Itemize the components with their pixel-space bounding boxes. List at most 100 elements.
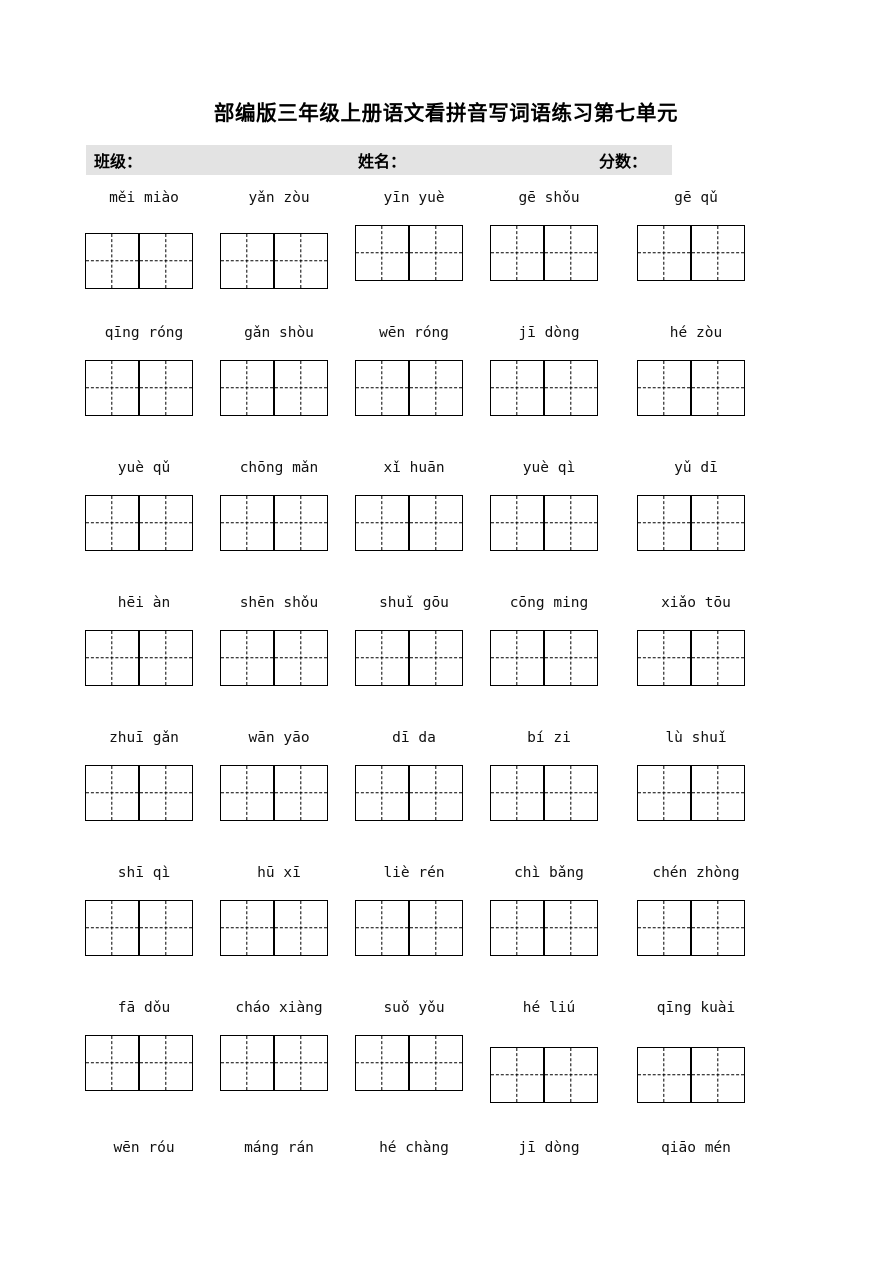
writing-grid-cell[interactable]: [220, 360, 274, 416]
writing-grid[interactable]: [490, 360, 598, 416]
writing-grid-cell[interactable]: [409, 360, 463, 416]
writing-grid-cell[interactable]: [691, 495, 745, 551]
writing-grid-cell[interactable]: [220, 630, 274, 686]
writing-grid-cell[interactable]: [85, 1035, 139, 1091]
writing-grid-cell[interactable]: [691, 900, 745, 956]
writing-grid-cell[interactable]: [139, 630, 193, 686]
writing-grid[interactable]: [85, 495, 193, 551]
writing-grid-cell[interactable]: [274, 630, 328, 686]
writing-grid-cell[interactable]: [691, 765, 745, 821]
writing-grid-cell[interactable]: [355, 225, 409, 281]
writing-grid[interactable]: [637, 630, 745, 686]
writing-grid[interactable]: [637, 495, 745, 551]
writing-grid[interactable]: [637, 765, 745, 821]
writing-grid[interactable]: [355, 360, 463, 416]
writing-grid[interactable]: [85, 1035, 193, 1091]
writing-grid-cell[interactable]: [355, 765, 409, 821]
writing-grid-cell[interactable]: [85, 765, 139, 821]
writing-grid[interactable]: [637, 360, 745, 416]
writing-grid[interactable]: [490, 900, 598, 956]
writing-grid-cell[interactable]: [490, 900, 544, 956]
writing-grid-cell[interactable]: [409, 1035, 463, 1091]
writing-grid[interactable]: [220, 233, 328, 289]
writing-grid-cell[interactable]: [490, 495, 544, 551]
writing-grid-cell[interactable]: [544, 495, 598, 551]
writing-grid-cell[interactable]: [220, 495, 274, 551]
writing-grid[interactable]: [85, 630, 193, 686]
writing-grid[interactable]: [355, 630, 463, 686]
writing-grid-cell[interactable]: [220, 900, 274, 956]
writing-grid-cell[interactable]: [274, 233, 328, 289]
writing-grid[interactable]: [355, 225, 463, 281]
writing-grid[interactable]: [637, 225, 745, 281]
writing-grid-cell[interactable]: [85, 900, 139, 956]
writing-grid-cell[interactable]: [139, 900, 193, 956]
writing-grid-cell[interactable]: [274, 495, 328, 551]
writing-grid-cell[interactable]: [637, 630, 691, 686]
writing-grid[interactable]: [490, 765, 598, 821]
writing-grid-cell[interactable]: [274, 360, 328, 416]
writing-grid-cell[interactable]: [409, 225, 463, 281]
writing-grid[interactable]: [355, 1035, 463, 1091]
writing-grid-cell[interactable]: [409, 495, 463, 551]
writing-grid-cell[interactable]: [85, 360, 139, 416]
writing-grid[interactable]: [490, 225, 598, 281]
writing-grid-cell[interactable]: [85, 233, 139, 289]
writing-grid-cell[interactable]: [139, 765, 193, 821]
writing-grid-cell[interactable]: [139, 360, 193, 416]
writing-grid-cell[interactable]: [691, 630, 745, 686]
writing-grid-cell[interactable]: [355, 630, 409, 686]
writing-grid-cell[interactable]: [691, 225, 745, 281]
writing-grid-cell[interactable]: [637, 1047, 691, 1103]
writing-grid-cell[interactable]: [274, 900, 328, 956]
writing-grid-cell[interactable]: [490, 360, 544, 416]
writing-grid-cell[interactable]: [544, 900, 598, 956]
writing-grid-cell[interactable]: [691, 1047, 745, 1103]
writing-grid[interactable]: [220, 495, 328, 551]
writing-grid[interactable]: [220, 360, 328, 416]
writing-grid[interactable]: [220, 630, 328, 686]
writing-grid[interactable]: [85, 233, 193, 289]
writing-grid-cell[interactable]: [85, 630, 139, 686]
writing-grid[interactable]: [220, 765, 328, 821]
writing-grid-cell[interactable]: [409, 900, 463, 956]
writing-grid-cell[interactable]: [409, 630, 463, 686]
writing-grid-cell[interactable]: [409, 765, 463, 821]
writing-grid-cell[interactable]: [220, 1035, 274, 1091]
writing-grid-cell[interactable]: [490, 765, 544, 821]
writing-grid-cell[interactable]: [139, 495, 193, 551]
writing-grid-cell[interactable]: [355, 1035, 409, 1091]
writing-grid[interactable]: [637, 900, 745, 956]
writing-grid-cell[interactable]: [637, 360, 691, 416]
writing-grid-cell[interactable]: [490, 630, 544, 686]
writing-grid[interactable]: [637, 1047, 745, 1103]
writing-grid[interactable]: [355, 495, 463, 551]
writing-grid-cell[interactable]: [544, 630, 598, 686]
writing-grid[interactable]: [85, 360, 193, 416]
writing-grid-cell[interactable]: [490, 1047, 544, 1103]
writing-grid-cell[interactable]: [220, 233, 274, 289]
writing-grid-cell[interactable]: [274, 765, 328, 821]
writing-grid[interactable]: [85, 900, 193, 956]
writing-grid[interactable]: [85, 765, 193, 821]
writing-grid-cell[interactable]: [490, 225, 544, 281]
writing-grid[interactable]: [490, 495, 598, 551]
writing-grid-cell[interactable]: [139, 233, 193, 289]
writing-grid-cell[interactable]: [637, 225, 691, 281]
writing-grid-cell[interactable]: [544, 1047, 598, 1103]
writing-grid-cell[interactable]: [85, 495, 139, 551]
writing-grid[interactable]: [355, 900, 463, 956]
writing-grid-cell[interactable]: [691, 360, 745, 416]
writing-grid[interactable]: [490, 1047, 598, 1103]
writing-grid-cell[interactable]: [637, 495, 691, 551]
writing-grid-cell[interactable]: [355, 495, 409, 551]
writing-grid[interactable]: [220, 900, 328, 956]
writing-grid-cell[interactable]: [139, 1035, 193, 1091]
writing-grid-cell[interactable]: [355, 360, 409, 416]
writing-grid[interactable]: [355, 765, 463, 821]
writing-grid-cell[interactable]: [544, 765, 598, 821]
writing-grid-cell[interactable]: [220, 765, 274, 821]
writing-grid[interactable]: [220, 1035, 328, 1091]
writing-grid-cell[interactable]: [637, 765, 691, 821]
writing-grid-cell[interactable]: [544, 225, 598, 281]
